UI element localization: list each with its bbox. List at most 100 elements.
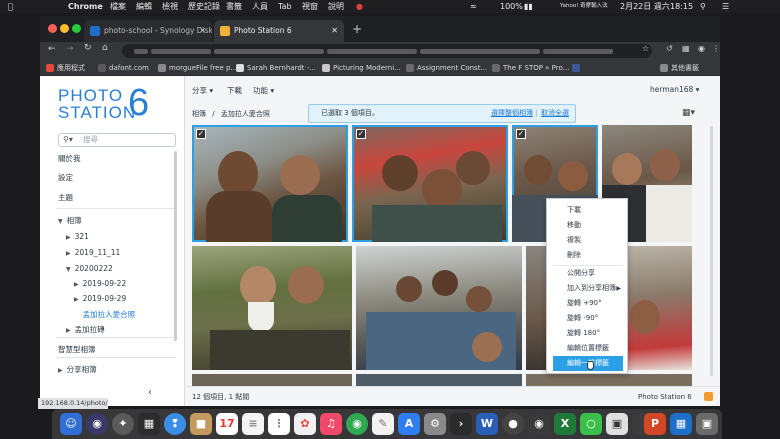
sidebar-item-2019-09-29[interactable]: ▶ 2019-09-29 [74,294,126,303]
photo-thumbnail[interactable] [526,246,546,370]
star-icon[interactable]: ☆ [642,44,649,53]
screen-recorder-icon[interactable]: ● [502,413,524,435]
bookmark-morguefile[interactable]: morgueFile free p... [158,60,237,76]
chevron-left-icon[interactable]: ‹ [148,387,152,398]
menu-window[interactable]: 視窗 [302,0,318,13]
wifi-icon[interactable]: ≈ [470,0,477,13]
calendar-icon[interactable]: 17 [216,413,238,435]
wechat-icon[interactable]: ○ [580,413,602,435]
history-icon[interactable]: ↺ [666,44,673,53]
minimize-window-button[interactable] [60,24,69,33]
menu-tab[interactable]: Tab [278,0,292,13]
app-store-icon[interactable]: A [398,413,420,435]
close-window-button[interactable] [48,24,57,33]
sidebar-item-shared-albums[interactable]: ▶ 分享相簿 [58,364,97,375]
view-grid-icon[interactable]: ▦▾ [682,108,695,118]
menu-history[interactable]: 歷史記錄 [188,0,220,13]
ctx-rotate-minus-90[interactable]: 旋轉 -90° [553,311,623,326]
notes-icon[interactable]: ≡ [242,413,264,435]
powerpoint-icon[interactable]: P [644,413,666,435]
menu-view[interactable]: 檢視 [162,0,178,13]
rss-icon[interactable] [704,392,713,401]
sidebar-item-settings[interactable]: 設定 [58,172,73,183]
reload-icon[interactable]: ↻ [84,43,92,53]
menu-dots-icon[interactable]: ⋮ [712,44,720,53]
excel-icon[interactable]: X [554,413,576,435]
bookmark-dafont[interactable]: dafont.com [98,60,149,76]
launchpad-icon[interactable]: ✦ [112,413,134,435]
bookmark-sarah[interactable]: Sarah Bernhardt -... [236,60,316,76]
chrome-icon[interactable]: ◉ [346,413,368,435]
photo-thumbnail[interactable] [356,374,522,386]
deselect-all-link[interactable]: 取消全選 [541,105,569,122]
profile-icon[interactable]: ◉ [698,44,705,53]
photos-icon[interactable]: ✿ [294,413,316,435]
finder-icon[interactable]: ☺ [60,413,82,435]
sidebar-item-about[interactable]: 關於我 [58,153,81,164]
close-icon[interactable]: ✕ [331,20,338,42]
ctx-rotate-180[interactable]: 旋轉 180° [553,326,623,341]
select-all-link[interactable]: 選擇整個相簿 [491,105,533,122]
ctx-edit-location-tag[interactable]: 編輯位置標籤 [553,341,623,356]
textedit-icon[interactable]: ✎ [372,413,394,435]
contacts-icon[interactable]: ■ [190,413,212,435]
system-preferences-icon[interactable]: ⚙ [424,413,446,435]
record-icon[interactable]: ● [356,0,363,13]
ctx-copy[interactable]: 複製 [553,233,623,248]
photo-thumbnail[interactable] [626,246,692,370]
reminders-icon[interactable]: ⋮ [268,413,290,435]
notification-icon[interactable]: ☰ [722,0,729,13]
menubar-time[interactable]: 18:15 [670,0,693,13]
checkbox-checked[interactable]: ✓ [516,129,526,139]
mission-control-icon[interactable]: ▦ [138,413,160,435]
safari-icon[interactable]: ❢ [164,413,186,435]
bookmark-fstop[interactable]: The F STOP » Pro... [492,60,569,76]
menu-bookmarks[interactable]: 書籤 [226,0,242,13]
sidebar-item-bangladesh-brick[interactable]: ▶ 孟加拉磚 [66,324,105,335]
menu-people[interactable]: 人員 [252,0,268,13]
apple-icon[interactable]:  [8,0,13,13]
sidebar-item-2019-09-22[interactable]: ▶ 2019-09-22 [74,279,126,288]
search-input[interactable]: ⚲▾ 搜尋 [58,133,176,147]
ctx-rotate-plus-90[interactable]: 旋轉 +90° [553,296,623,311]
photo-thumbnail[interactable]: ✓ [352,125,508,242]
siri-icon[interactable]: ◉ [86,413,108,435]
breadcrumb-root[interactable]: 相簿 [192,110,206,118]
menu-app[interactable]: Chrome [68,0,103,13]
sidebar-item-321[interactable]: ▶ 321 [66,232,89,241]
sidebar-item-albums[interactable]: ▼ 相簿 [58,215,82,226]
terminal-icon[interactable]: › [450,413,472,435]
ctx-add-to-shared-album[interactable]: 加入到分享相簿 ▶ [553,281,623,296]
forward-icon[interactable]: → [66,44,74,54]
function-menu[interactable]: 功能 ▾ [253,85,274,96]
sidebar-item-20200222[interactable]: ▼ 20200222 [66,264,113,273]
new-tab-button[interactable]: + [352,22,362,36]
sidebar-item-theme[interactable]: 主題 [58,192,73,203]
photo-thumbnail[interactable]: ✓ [192,125,348,242]
checkbox-checked[interactable]: ✓ [356,129,366,139]
close-icon[interactable]: ✕ [199,20,206,42]
photo-thumbnail[interactable] [192,246,352,370]
extension-icon[interactable]: ▦ [682,44,690,53]
photo-thumbnail[interactable] [526,374,692,386]
word-icon[interactable]: W [476,413,498,435]
address-bar[interactable] [122,44,652,58]
bookmark-assignment[interactable]: Assignment Const... [406,60,487,76]
ctx-delete[interactable]: 刪除 [553,248,623,263]
menu-help[interactable]: 說明 [328,0,344,13]
zoom-window-button[interactable] [72,24,81,33]
user-menu[interactable]: herman168 ▾ [650,85,699,94]
back-icon[interactable]: ← [48,44,56,54]
input-method[interactable]: Yahoo! 奇摩輸入法 [560,0,608,13]
ctx-public-share[interactable]: 公開分享 [553,266,623,281]
menu-edit[interactable]: 編輯 [136,0,152,13]
ctx-move[interactable]: 移動 [553,218,623,233]
music-icon[interactable]: ♫ [320,413,342,435]
lock-icon[interactable]: ▣ [606,413,628,435]
tab-photo-station[interactable]: Photo Station 6 ✕ [214,20,344,42]
tab-synology[interactable]: photo-school - Synology Disk ✕ [84,20,212,42]
photo-thumbnail[interactable] [356,246,522,370]
home-icon[interactable]: ⌂ [102,43,108,53]
sidebar-item-bangladesh-selfie[interactable]: ▶孟加拉人愛合照 [74,309,136,320]
share-menu[interactable]: 分享 ▾ [192,85,213,96]
